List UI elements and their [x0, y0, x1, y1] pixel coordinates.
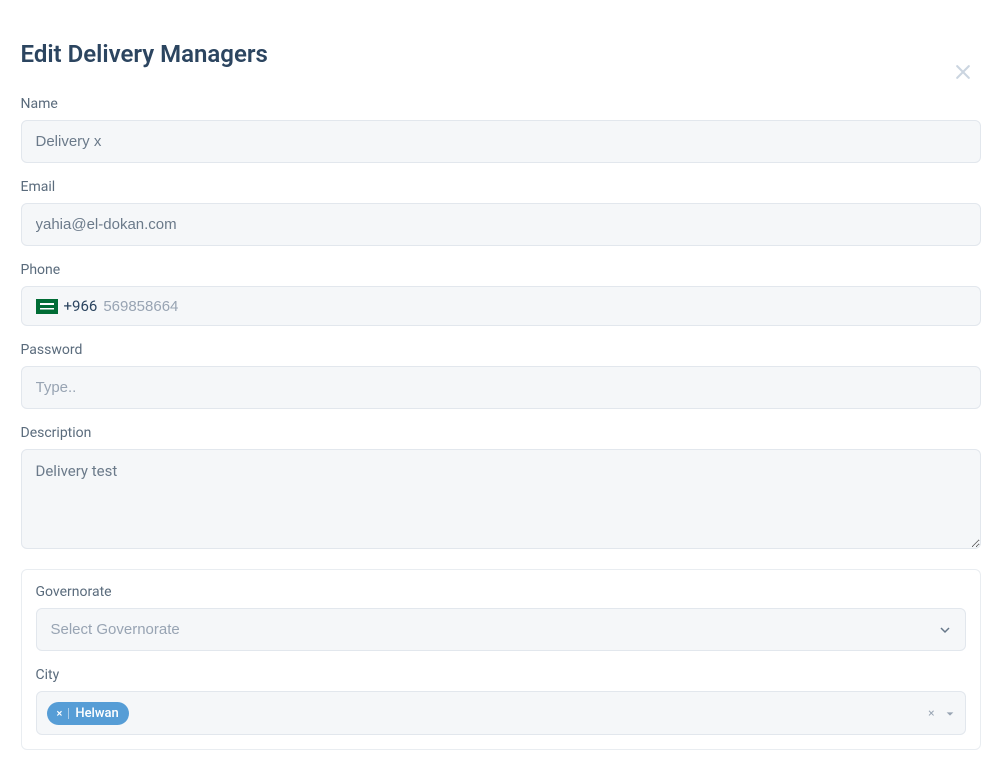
- description-label: Description: [21, 425, 981, 441]
- name-label: Name: [21, 96, 981, 112]
- password-group: Password: [21, 342, 981, 409]
- location-section: Governorate Select Governorate City × He…: [21, 569, 981, 750]
- edit-delivery-modal: Edit Delivery Managers Name Email Phone …: [21, 40, 981, 750]
- description-group: Description Delivery test: [21, 425, 981, 553]
- name-group: Name: [21, 96, 981, 163]
- close-icon[interactable]: [953, 62, 973, 82]
- clear-all-icon[interactable]: ×: [928, 706, 934, 720]
- password-label: Password: [21, 342, 981, 358]
- city-tags: × Helwan: [47, 702, 129, 725]
- governorate-select[interactable]: Select Governorate: [36, 608, 966, 651]
- phone-number-input[interactable]: [103, 298, 965, 315]
- email-label: Email: [21, 179, 981, 195]
- city-tag: × Helwan: [47, 702, 129, 725]
- city-group: City × Helwan ×: [36, 667, 966, 735]
- saudi-flag-icon: [36, 299, 58, 314]
- chevron-down-icon[interactable]: [945, 704, 955, 723]
- password-input[interactable]: [21, 366, 981, 409]
- multiselect-controls: ×: [928, 704, 954, 723]
- city-multiselect[interactable]: × Helwan ×: [36, 691, 966, 735]
- email-input[interactable]: [21, 203, 981, 246]
- description-textarea[interactable]: Delivery test: [21, 449, 981, 549]
- phone-input-wrapper[interactable]: +966: [21, 286, 981, 326]
- modal-title: Edit Delivery Managers: [21, 40, 981, 68]
- name-input[interactable]: [21, 120, 981, 163]
- city-tag-label: Helwan: [75, 706, 118, 721]
- tag-remove-icon[interactable]: ×: [57, 708, 70, 719]
- phone-prefix: +966: [64, 297, 98, 315]
- phone-group: Phone +966: [21, 262, 981, 326]
- email-group: Email: [21, 179, 981, 246]
- governorate-label: Governorate: [36, 584, 966, 600]
- phone-label: Phone: [21, 262, 981, 278]
- city-label: City: [36, 667, 966, 683]
- governorate-group: Governorate Select Governorate: [36, 584, 966, 651]
